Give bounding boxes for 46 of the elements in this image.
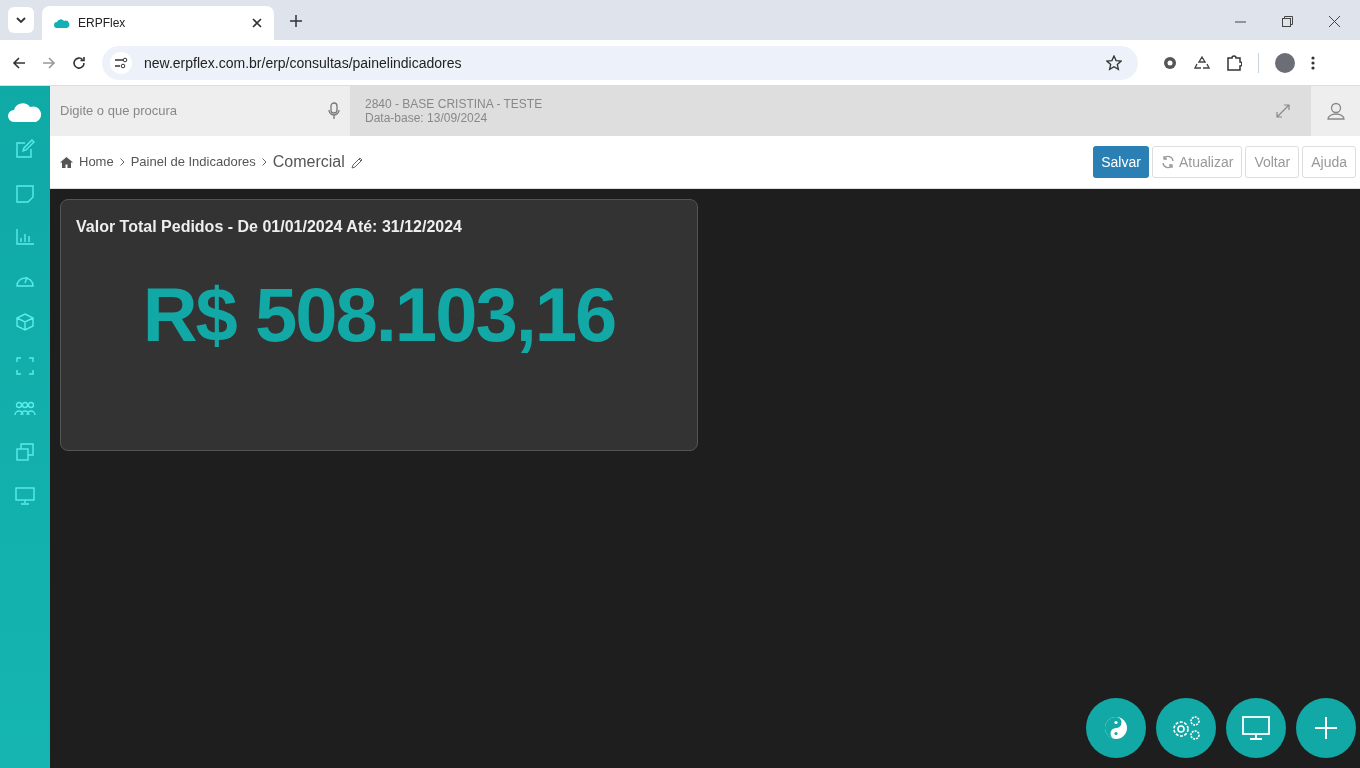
pencil-icon[interactable] (350, 155, 364, 169)
chevron-right-icon (119, 158, 125, 166)
tab-list-button[interactable] (8, 7, 34, 33)
new-tab-icon[interactable] (290, 15, 302, 27)
home-icon (60, 156, 73, 168)
menu-icon[interactable] (1311, 55, 1315, 70)
reload-icon[interactable] (72, 55, 86, 70)
search-field[interactable]: Digite o que procura (50, 86, 350, 136)
company-name: 2840 - BASE CRISTINA - TESTE (365, 97, 544, 111)
puzzle-icon[interactable] (1226, 54, 1242, 71)
expand-icon[interactable] (1276, 104, 1290, 118)
address-bar[interactable]: new.erpflex.com.br/erp/consultas/painelindicadores (102, 45, 1138, 80)
display-button[interactable] (1226, 698, 1286, 758)
save-button[interactable]: Salvar (1093, 146, 1149, 178)
cloud-icon (54, 18, 70, 28)
yin-yang-button[interactable] (1086, 698, 1146, 758)
monitor-icon (1242, 716, 1270, 740)
site-settings-icon[interactable] (110, 51, 132, 74)
chevron-right-icon (261, 158, 267, 166)
url-text: new.erpflex.com.br/erp/consultas/painelindicadores (144, 53, 463, 73)
page-title: Comercial (272, 152, 345, 172)
breadcrumb-link[interactable]: Painel de Indicadores (130, 152, 256, 172)
restore-icon[interactable] (1282, 16, 1293, 27)
yin-yang-icon (1104, 716, 1128, 740)
browser-tab[interactable]: ERPFlex (42, 6, 274, 40)
close-icon[interactable] (1329, 16, 1340, 27)
search-input[interactable]: Digite o que procura (60, 101, 328, 121)
forward-icon[interactable] (42, 55, 56, 70)
plus-icon (1315, 717, 1337, 739)
breadcrumb-link[interactable]: Home (79, 152, 114, 172)
microphone-icon[interactable] (328, 102, 340, 120)
card-title: Valor Total Pedidos - De 01/01/2024 Até: 31/12/2024 (76, 217, 462, 237)
profile-avatar[interactable] (1275, 52, 1295, 73)
indicator-value: R$ 508.103,16 (142, 277, 616, 353)
add-button[interactable] (1296, 698, 1356, 758)
close-icon[interactable] (252, 18, 262, 28)
settings-button[interactable] (1156, 698, 1216, 758)
refresh-icon (1160, 155, 1175, 169)
chevron-down-icon (16, 17, 26, 23)
gears-icon (1170, 714, 1202, 742)
star-icon[interactable] (1106, 54, 1122, 71)
tab-title: ERPFlex (78, 15, 127, 31)
user-icon[interactable] (1326, 102, 1345, 120)
cloud-logo-icon[interactable] (8, 100, 42, 122)
database-date: Data-base: 13/09/2024 (365, 111, 489, 125)
back-icon[interactable] (12, 55, 26, 70)
